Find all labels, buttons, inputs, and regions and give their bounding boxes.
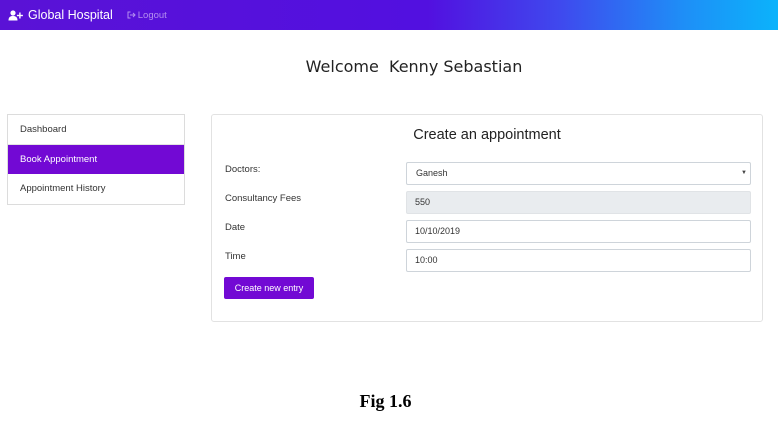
sidebar-item-appointment-history[interactable]: Appointment History xyxy=(8,174,184,204)
appointment-form-card: Create an appointment Doctors: Ganesh ▼ … xyxy=(211,114,763,322)
doctors-label: Doctors: xyxy=(225,164,261,175)
logout-link[interactable]: Logout xyxy=(127,10,167,21)
consultancy-fees-label: Consultancy Fees xyxy=(225,193,302,204)
welcome-heading: Welcome Kenny Sebastian xyxy=(305,57,523,76)
date-input[interactable]: 10/10/2019 xyxy=(406,220,751,243)
time-label: Time xyxy=(225,251,246,262)
caret-down-icon: ▼ xyxy=(741,170,747,176)
sidebar-item-dashboard[interactable]: Dashboard xyxy=(8,115,184,145)
brand-name: Global Hospital xyxy=(28,8,113,22)
sidebar-nav: Dashboard Book Appointment Appointment H… xyxy=(7,114,185,205)
consultancy-fees-field: 550 xyxy=(406,191,751,214)
doctors-selected-value: Ganesh xyxy=(416,168,448,178)
date-label: Date xyxy=(225,222,246,233)
sign-out-icon xyxy=(127,11,136,19)
brand-link[interactable]: Global Hospital xyxy=(8,8,113,22)
logout-label: Logout xyxy=(137,9,167,21)
figure-caption: Fig 1.6 xyxy=(359,391,412,411)
time-input[interactable]: 10:00 xyxy=(406,249,751,272)
user-plus-icon xyxy=(8,9,23,20)
create-new-entry-button[interactable]: Create new entry xyxy=(224,277,314,299)
sidebar-item-book-appointment[interactable]: Book Appointment xyxy=(8,144,184,174)
doctors-select[interactable]: Ganesh ▼ xyxy=(406,162,751,185)
top-navbar: Global Hospital Logout xyxy=(0,0,778,30)
form-title: Create an appointment xyxy=(413,127,561,143)
